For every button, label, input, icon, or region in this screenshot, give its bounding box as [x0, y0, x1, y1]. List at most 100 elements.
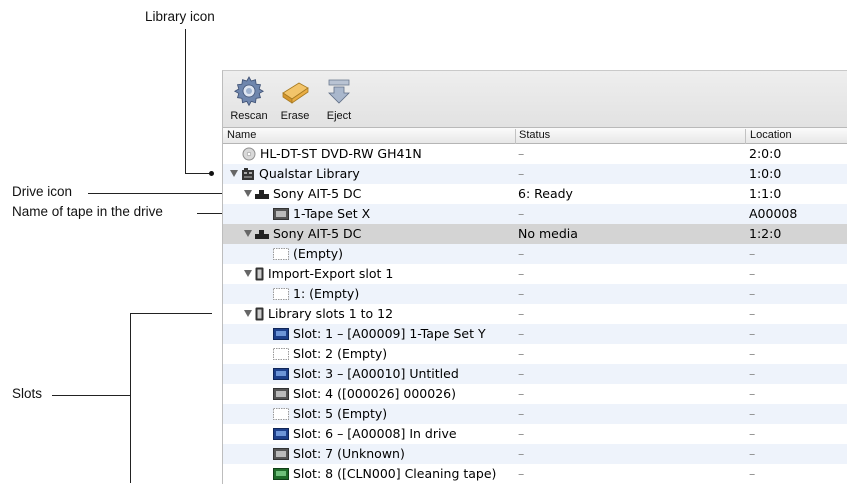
- tree-row-slot[interactable]: Slot: 2 (Empty) – –: [223, 344, 847, 364]
- slot-group-icon: [255, 267, 264, 280]
- column-header: Name Status Location: [223, 128, 847, 144]
- row-location: –: [749, 326, 756, 341]
- eraser-icon: [282, 82, 309, 104]
- disclosure-triangle-icon[interactable]: [230, 170, 238, 177]
- empty-slot-icon: [273, 247, 289, 260]
- row-location: –: [749, 346, 756, 361]
- rescan-label: Rescan: [230, 110, 268, 122]
- row-status: –: [518, 446, 525, 461]
- drive-icon: [255, 229, 269, 239]
- row-name: Slot: 2 (Empty): [293, 346, 388, 361]
- app-window: Rescan Erase Eject Name Status Location: [222, 70, 847, 484]
- tree-row-slot[interactable]: Slot: 1 – [A00009] 1-Tape Set Y – –: [223, 324, 847, 344]
- tree-row-tape-in-drive[interactable]: 1-Tape Set X – A00008: [223, 204, 847, 224]
- row-location: –: [749, 386, 756, 401]
- row-location: A00008: [749, 206, 798, 221]
- row-location: –: [749, 426, 756, 441]
- cleaning-tape-icon: [273, 467, 289, 480]
- callout-line: [185, 173, 210, 174]
- row-name: Slot: 3 – [A00010] Untitled: [293, 366, 459, 381]
- row-location: –: [749, 406, 756, 421]
- row-location: –: [749, 466, 756, 481]
- row-status: –: [518, 266, 525, 281]
- row-status: –: [518, 246, 525, 261]
- row-status: –: [518, 466, 525, 481]
- row-location: –: [749, 246, 756, 261]
- callout-line: [130, 313, 131, 483]
- row-location: 1:2:0: [749, 226, 782, 241]
- row-status: –: [518, 286, 525, 301]
- tree-row-dvd-drive[interactable]: HL-DT-ST DVD-RW GH41N – 2:0:0: [223, 144, 847, 164]
- row-name: 1: (Empty): [293, 286, 360, 301]
- gear-icon: [233, 76, 265, 107]
- row-location: 1:1:0: [749, 186, 782, 201]
- tree-row-slot[interactable]: Slot: 3 – [A00010] Untitled – –: [223, 364, 847, 384]
- callout-line: [185, 29, 186, 174]
- row-name: (Empty): [293, 246, 344, 261]
- row-name: Sony AIT-5 DC: [273, 226, 362, 241]
- tree-row-slot[interactable]: Slot: 8 ([CLN000] Cleaning tape) – –: [223, 464, 847, 484]
- row-status: –: [518, 206, 525, 221]
- empty-slot-icon: [273, 287, 289, 300]
- callout-slots: Slots: [12, 386, 43, 401]
- eject-button[interactable]: Eject: [319, 75, 359, 122]
- tree-row-library[interactable]: Qualstar Library – 1:0:0: [223, 164, 847, 184]
- callout-line: [130, 313, 212, 314]
- tape-icon: [273, 387, 289, 400]
- row-name: HL-DT-ST DVD-RW GH41N: [260, 146, 422, 161]
- tree-row-empty[interactable]: (Empty) – –: [223, 244, 847, 264]
- tree-row-slot[interactable]: Slot: 5 (Empty) – –: [223, 404, 847, 424]
- toolbar: Rescan Erase Eject: [223, 71, 847, 128]
- rescan-button[interactable]: Rescan: [227, 75, 271, 122]
- tree-row-slot[interactable]: Slot: 4 ([000026] 000026) – –: [223, 384, 847, 404]
- device-tree: HL-DT-ST DVD-RW GH41N – 2:0:0 Qualstar L…: [223, 144, 847, 484]
- tree-row-slot[interactable]: Slot: 6 – [A00008] In drive – –: [223, 424, 847, 444]
- tape-icon: [273, 447, 289, 460]
- row-status: –: [518, 346, 525, 361]
- tree-row-slot[interactable]: Slot: 7 (Unknown) – –: [223, 444, 847, 464]
- callout-dot: [209, 171, 214, 176]
- tape-blue-icon: [273, 427, 289, 440]
- row-status: 6: Ready: [518, 186, 573, 201]
- row-status: –: [518, 386, 525, 401]
- row-status: –: [518, 166, 525, 181]
- erase-button[interactable]: Erase: [275, 75, 315, 122]
- tree-row-library-slots[interactable]: Library slots 1 to 12 – –: [223, 304, 847, 324]
- row-name: Qualstar Library: [259, 166, 360, 181]
- eject-icon: [328, 79, 350, 104]
- row-status: No media: [518, 226, 578, 241]
- callout-line: [88, 193, 234, 194]
- disc-icon: [242, 147, 256, 160]
- tape-icon: [273, 207, 289, 220]
- tree-row-drive[interactable]: Sony AIT-5 DC 6: Ready 1:1:0: [223, 184, 847, 204]
- empty-slot-icon: [273, 407, 289, 420]
- callout-library-icon: Library icon: [145, 9, 215, 24]
- row-location: –: [749, 306, 756, 321]
- tree-row-import-export[interactable]: Import-Export slot 1 – –: [223, 264, 847, 284]
- disclosure-triangle-icon[interactable]: [244, 310, 252, 317]
- empty-slot-icon: [273, 347, 289, 360]
- row-location: –: [749, 266, 756, 281]
- row-status: –: [518, 146, 525, 161]
- erase-label: Erase: [280, 110, 310, 122]
- slot-group-icon: [255, 307, 264, 320]
- row-name: Slot: 6 – [A00008] In drive: [293, 426, 457, 441]
- tree-row-empty[interactable]: 1: (Empty) – –: [223, 284, 847, 304]
- tree-row-drive[interactable]: Sony AIT-5 DC No media 1:2:0: [223, 224, 847, 244]
- column-status[interactable]: Status: [519, 129, 550, 141]
- row-status: –: [518, 326, 525, 341]
- tape-blue-icon: [273, 327, 289, 340]
- row-name: Library slots 1 to 12: [268, 306, 394, 321]
- disclosure-triangle-icon[interactable]: [244, 230, 252, 237]
- row-name: Slot: 4 ([000026] 000026): [293, 386, 456, 401]
- callout-drive-icon: Drive icon: [12, 184, 73, 199]
- library-icon: [242, 167, 254, 180]
- disclosure-triangle-icon[interactable]: [244, 270, 252, 277]
- column-location[interactable]: Location: [750, 129, 792, 141]
- column-divider: [515, 129, 516, 144]
- row-name: 1-Tape Set X: [293, 206, 371, 221]
- disclosure-triangle-icon[interactable]: [244, 190, 252, 197]
- tape-blue-icon: [273, 367, 289, 380]
- row-name: Sony AIT-5 DC: [273, 186, 362, 201]
- column-name[interactable]: Name: [227, 129, 256, 141]
